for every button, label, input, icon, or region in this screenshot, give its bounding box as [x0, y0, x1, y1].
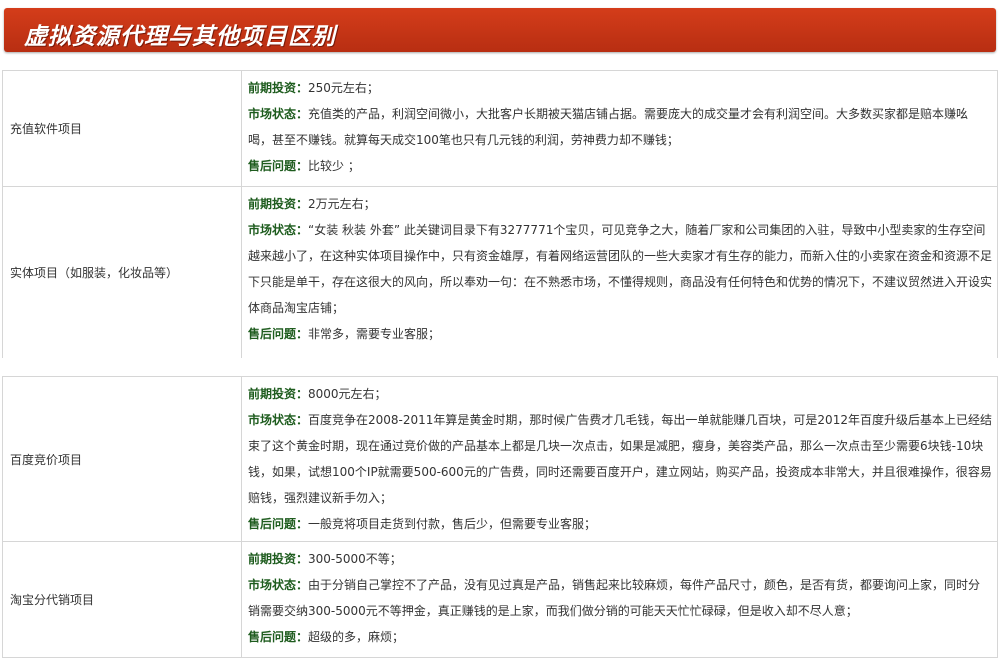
invest-value: 300-5000不等； [308, 552, 402, 566]
project-details: 前期投资：8000元左右； 市场状态：百度竞争在2008-2011年算是黄金时期… [241, 376, 998, 542]
market-value: 百度竞争在2008-2011年算是黄金时期，那时候广告费才几毛钱，每出一单就能赚… [248, 413, 992, 505]
market-label: 市场状态： [248, 413, 309, 427]
comparison-table-top: 充值软件项目 前期投资：250元左右； 市场状态：充值类的产品，利润空间微小，大… [2, 70, 998, 359]
invest-label: 前期投资： [248, 197, 309, 211]
invest-value: 2万元左右； [308, 197, 376, 211]
after-label: 售后问题： [248, 327, 309, 341]
after-line: 售后问题：比较少 ； [248, 153, 992, 179]
after-line: 售后问题：超级的多，麻烦； [248, 624, 992, 650]
market-value: 由于分销自己掌控不了产品，没有见过真是产品，销售起来比较麻烦，每件产品尺寸，颜色… [248, 578, 981, 618]
invest-line: 前期投资：300-5000不等； [248, 546, 992, 572]
project-name: 淘宝分代销项目 [2, 541, 242, 658]
market-value: 充值类的产品，利润空间微小，大批客户长期被天猫店铺占据。需要庞大的成交量才会有利… [248, 107, 969, 147]
market-line: 市场状态：充值类的产品，利润空间微小，大批客户长期被天猫店铺占据。需要庞大的成交… [248, 101, 992, 153]
page-title: 虚拟资源代理与其他项目区别 [24, 24, 336, 50]
market-label: 市场状态： [248, 578, 309, 592]
market-line: 市场状态：由于分销自己掌控不了产品，没有见过真是产品，销售起来比较麻烦，每件产品… [248, 572, 992, 624]
project-details: 前期投资：250元左右； 市场状态：充值类的产品，利润空间微小，大批客户长期被天… [241, 70, 998, 187]
market-label: 市场状态： [248, 107, 309, 121]
after-value: 比较少 ； [308, 159, 360, 173]
project-details: 前期投资：300-5000不等； 市场状态：由于分销自己掌控不了产品，没有见过真… [241, 541, 998, 658]
project-details: 前期投资：2万元左右； 市场状态：“女装 秋装 外套” 此关键词目录下有3277… [241, 186, 998, 359]
after-line: 售后问题：一般竞将项目走货到付款，售后少，但需要专业客服； [248, 511, 992, 537]
section-banner: 虚拟资源代理与其他项目区别 [0, 0, 1000, 60]
table-row: 充值软件项目 前期投资：250元左右； 市场状态：充值类的产品，利润空间微小，大… [2, 70, 998, 187]
project-name: 实体项目（如服装，化妆品等） [2, 186, 242, 359]
table-row: 百度竞价项目 前期投资：8000元左右； 市场状态：百度竞争在2008-2011… [2, 376, 998, 542]
after-label: 售后问题： [248, 517, 309, 531]
banner-bar: 虚拟资源代理与其他项目区别 [4, 8, 996, 52]
market-line: 市场状态：“女装 秋装 外套” 此关键词目录下有3277771个宝贝，可见竞争之… [248, 217, 992, 321]
after-value: 非常多，需要专业客服； [308, 327, 441, 341]
comparison-table-bottom: 百度竞价项目 前期投资：8000元左右； 市场状态：百度竞争在2008-2011… [2, 376, 998, 658]
invest-label: 前期投资： [248, 552, 309, 566]
after-label: 售后问题： [248, 630, 309, 644]
project-name: 充值软件项目 [2, 70, 242, 187]
invest-value: 8000元左右； [308, 387, 387, 401]
invest-label: 前期投资： [248, 387, 309, 401]
table-row: 淘宝分代销项目 前期投资：300-5000不等； 市场状态：由于分销自己掌控不了… [2, 541, 998, 658]
after-value: 超级的多，麻烦； [308, 630, 405, 644]
invest-line: 前期投资：8000元左右； [248, 381, 992, 407]
section-gap [0, 358, 1000, 374]
invest-line: 前期投资：250元左右； [248, 75, 992, 101]
invest-value: 250元左右； [308, 81, 379, 95]
invest-line: 前期投资：2万元左右； [248, 191, 992, 217]
market-line: 市场状态：百度竞争在2008-2011年算是黄金时期，那时候广告费才几毛钱，每出… [248, 407, 992, 511]
after-label: 售后问题： [248, 159, 309, 173]
market-label: 市场状态： [248, 223, 309, 237]
market-value: “女装 秋装 外套” 此关键词目录下有3277771个宝贝，可见竞争之大，随着厂… [248, 223, 993, 315]
invest-label: 前期投资： [248, 81, 309, 95]
after-line: 售后问题：非常多，需要专业客服； [248, 321, 992, 347]
table-row: 实体项目（如服装，化妆品等） 前期投资：2万元左右； 市场状态：“女装 秋装 外… [2, 186, 998, 359]
after-value: 一般竞将项目走货到付款，售后少，但需要专业客服； [308, 517, 597, 531]
project-name: 百度竞价项目 [2, 376, 242, 542]
